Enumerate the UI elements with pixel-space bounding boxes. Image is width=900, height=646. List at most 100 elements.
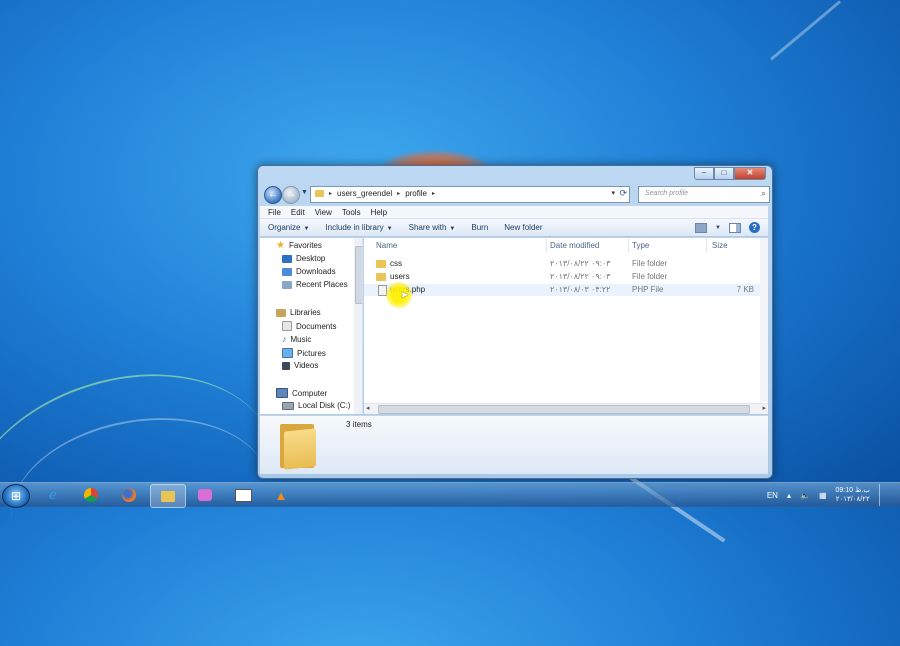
app-icon [198, 489, 212, 501]
taskbar-vlc[interactable]: ▲ [264, 484, 298, 506]
navigation-scrollbar[interactable] [354, 238, 362, 414]
organize-button[interactable]: Organize ▼ [268, 223, 309, 232]
menu-help[interactable]: Help [371, 208, 387, 217]
folder-icon [315, 190, 324, 197]
taskbar-explorer[interactable] [150, 484, 186, 508]
chevron-right-icon[interactable]: ▸ [432, 190, 435, 197]
column-header-name[interactable]: Name [376, 241, 397, 250]
tray-expand-icon[interactable]: ▴ [787, 491, 791, 500]
taskbar-firefox[interactable] [112, 484, 146, 506]
file-row[interactable]: css ۲۰۱۳/۰۸/۲۲ ۰۹:۰۳ File folder [364, 258, 760, 270]
file-list-vertical-scrollbar[interactable] [760, 238, 768, 402]
show-desktop-button[interactable] [879, 484, 888, 506]
start-button[interactable]: ⊞ [2, 484, 30, 508]
close-button[interactable]: ✕ [734, 167, 766, 180]
file-type: File folder [632, 272, 668, 281]
chevron-down-icon[interactable]: ▼ [715, 225, 721, 231]
nav-downloads[interactable]: Downloads [282, 267, 336, 276]
nav-documents[interactable]: Documents [282, 321, 336, 331]
taskbar-app[interactable] [188, 484, 222, 506]
taskbar-editor[interactable] [226, 484, 260, 506]
scroll-right-icon[interactable]: ▸ [762, 404, 766, 412]
nav-pictures[interactable]: Pictures [282, 348, 326, 358]
editor-icon [234, 488, 252, 502]
refresh-icon[interactable]: ⟳ [619, 188, 627, 199]
minimize-button[interactable]: – [694, 167, 714, 180]
preview-pane-icon[interactable] [729, 222, 741, 233]
volume-icon[interactable]: 🔈 [800, 491, 810, 500]
menu-bar: File Edit View Tools Help [260, 206, 768, 219]
music-icon: ♪ [282, 334, 287, 344]
column-divider[interactable] [706, 238, 707, 252]
explorer-window: – □ ✕ ← → ▼ ▸ users_greendel ▸ profile ▸… [257, 165, 773, 479]
system-tray: EN ▴ 🔈 ▦ 09:10 ب.ظ ۲۰۱۳/۰۸/۲۲ [767, 483, 900, 507]
breadcrumb-item[interactable]: users_greendel [337, 189, 392, 198]
file-date: ۲۰۱۳/۰۸/۲۲ ۰۹:۰۳ [550, 272, 611, 281]
search-input[interactable]: Search profile ⌕ [638, 186, 770, 203]
folder-icon [376, 260, 386, 268]
arrow-right-icon: → [286, 189, 296, 200]
nav-downloads-label: Downloads [296, 267, 336, 276]
nav-libraries-label: Libraries [290, 308, 321, 317]
nav-videos[interactable]: Videos [282, 361, 318, 370]
back-button[interactable]: ← [264, 186, 282, 204]
folder-icon [280, 418, 316, 470]
nav-computer-label: Computer [292, 388, 328, 398]
nav-desktop[interactable]: Desktop [282, 254, 325, 263]
clock[interactable]: 09:10 ب.ظ ۲۰۱۳/۰۸/۲۲ [836, 486, 870, 504]
taskbar-internet-explorer[interactable]: ℯ [36, 484, 70, 506]
help-icon[interactable]: ? [749, 222, 760, 233]
file-row[interactable]: users ۲۰۱۳/۰۸/۲۲ ۰۹:۰۳ File folder [364, 271, 760, 283]
nav-recent-places-label: Recent Places [296, 280, 348, 289]
menu-view[interactable]: View [315, 208, 332, 217]
chevron-right-icon[interactable]: ▸ [397, 190, 400, 197]
maximize-button[interactable]: □ [714, 167, 734, 180]
maximize-icon: □ [721, 168, 727, 177]
burn-button[interactable]: Burn [471, 223, 488, 232]
column-divider[interactable] [628, 238, 629, 252]
scrollbar-thumb[interactable] [378, 405, 750, 414]
new-folder-button[interactable]: New folder [504, 223, 542, 232]
language-indicator[interactable]: EN [767, 491, 778, 500]
videos-icon [282, 361, 290, 370]
column-header-type[interactable]: Type [632, 241, 649, 250]
forward-button[interactable]: → [282, 186, 300, 204]
chevron-down-icon: ▼ [303, 226, 310, 232]
chevron-right-icon[interactable]: ▸ [329, 190, 332, 197]
change-view-icon[interactable] [695, 222, 708, 233]
share-with-button[interactable]: Share with ▼ [409, 223, 456, 232]
nav-videos-label: Videos [294, 361, 319, 370]
menu-tools[interactable]: Tools [342, 208, 361, 217]
nav-local-disk[interactable]: Local Disk (C:) [282, 401, 350, 410]
nav-libraries[interactable]: Libraries [276, 308, 321, 317]
network-icon[interactable]: ▦ [819, 491, 827, 500]
window-controls: – □ ✕ [694, 167, 766, 180]
address-bar[interactable]: ▸ users_greendel ▸ profile ▸ ▾ ⟳ [310, 186, 630, 203]
menu-edit[interactable]: Edit [291, 208, 305, 217]
file-date: ۲۰۱۳/۰۸/۰۳ ۰۴:۲۲ [550, 285, 611, 294]
scrollbar-thumb[interactable] [355, 246, 362, 304]
breadcrumb-item[interactable]: profile [405, 189, 427, 198]
address-dropdown[interactable]: ▾ [611, 189, 615, 197]
navigation-pane: ★ Favorites Desktop Downloads Recent Plac… [260, 238, 363, 414]
nav-favorites[interactable]: ★ Favorites [276, 240, 322, 250]
search-icon[interactable]: ⌕ [761, 188, 766, 199]
scroll-left-icon[interactable]: ◂ [366, 404, 370, 412]
taskbar-chrome[interactable] [74, 484, 108, 506]
include-in-library-button[interactable]: Include in library ▼ [325, 223, 392, 232]
command-bar: Organize ▼ Include in library ▼ Share with… [260, 219, 768, 237]
nav-favorites-label: Favorites [288, 241, 322, 250]
nav-music[interactable]: ♪ Music [282, 334, 311, 344]
file-list-horizontal-scrollbar[interactable]: ◂ ▸ [364, 403, 768, 414]
nav-recent-places[interactable]: Recent Places [282, 280, 348, 289]
nav-computer[interactable]: Computer [276, 388, 327, 398]
column-header-size[interactable]: Size [712, 241, 728, 250]
menu-file[interactable]: File [268, 208, 281, 217]
recent-pages-dropdown[interactable]: ▼ [301, 189, 308, 196]
file-row[interactable]: users.php ۲۰۱۳/۰۸/۰۳ ۰۴:۲۲ PHP File 7 KB [364, 284, 760, 296]
downloads-icon [282, 267, 292, 276]
column-header-date[interactable]: Date modified [550, 241, 599, 250]
recent-places-icon [282, 280, 292, 289]
explorer-icon [161, 490, 175, 502]
column-divider[interactable] [546, 238, 547, 252]
